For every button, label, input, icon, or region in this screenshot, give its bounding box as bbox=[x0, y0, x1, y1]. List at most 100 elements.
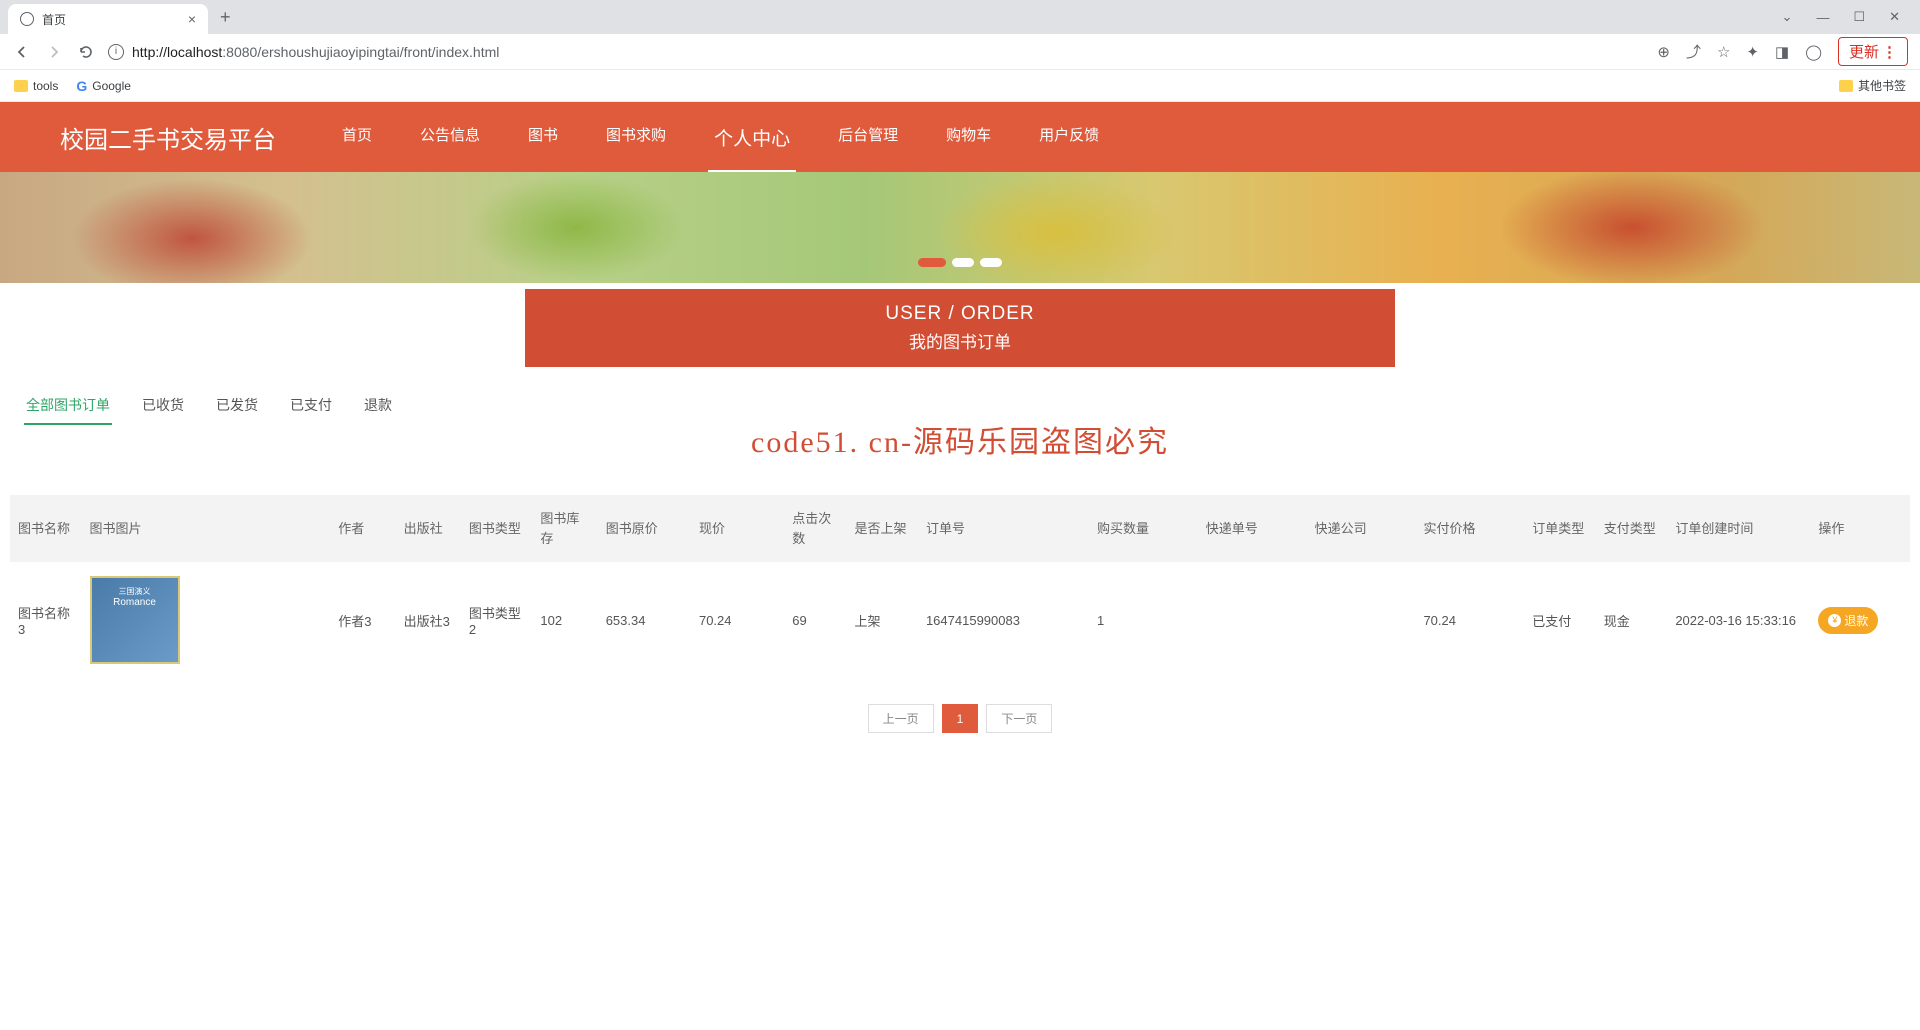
bookmarks-bar: tools GGoogle 其他书签 bbox=[0, 70, 1920, 102]
maximize-icon[interactable]: ☐ bbox=[1853, 9, 1865, 25]
globe-icon bbox=[20, 12, 34, 26]
cell-order-type: 已支付 bbox=[1524, 562, 1596, 678]
browser-tab-strip: 首页 × + ⌄ — ☐ ✕ bbox=[0, 0, 1920, 34]
minimize-icon[interactable]: — bbox=[1816, 10, 1829, 25]
cell-image: 三国演义 Romance bbox=[82, 562, 331, 678]
close-window-icon[interactable]: ✕ bbox=[1889, 9, 1900, 25]
forward-button[interactable] bbox=[44, 42, 64, 62]
nav-book-wanted[interactable]: 图书求购 bbox=[600, 102, 672, 173]
zoom-icon[interactable]: ⊕ bbox=[1657, 43, 1670, 61]
folder-icon bbox=[14, 80, 28, 92]
back-button[interactable] bbox=[12, 42, 32, 62]
orders-table: 图书名称 图书图片 作者 出版社 图书类型 图书库存 图书原价 现价 点击次数 … bbox=[10, 495, 1910, 678]
bookmark-google[interactable]: GGoogle bbox=[76, 78, 131, 94]
refund-button[interactable]: 退款 bbox=[1818, 607, 1878, 634]
next-page-button[interactable]: 下一页 bbox=[986, 704, 1052, 733]
th-express-co: 快递公司 bbox=[1307, 495, 1416, 562]
url-text: http://localhost:8080/ershoushujiaoyipin… bbox=[132, 44, 499, 60]
th-image: 图书图片 bbox=[82, 495, 331, 562]
cell-paid: 70.24 bbox=[1415, 562, 1524, 678]
site-info-icon[interactable]: i bbox=[108, 44, 124, 60]
cell-on-shelf: 上架 bbox=[846, 562, 918, 678]
banner-carousel bbox=[0, 172, 1920, 283]
close-tab-icon[interactable]: × bbox=[188, 11, 196, 27]
tab-title: 首页 bbox=[42, 11, 66, 28]
nav-feedback[interactable]: 用户反馈 bbox=[1033, 102, 1105, 173]
th-express-no: 快递单号 bbox=[1198, 495, 1307, 562]
tab-all-orders[interactable]: 全部图书订单 bbox=[24, 387, 112, 425]
reload-button[interactable] bbox=[76, 42, 96, 62]
address-bar: i http://localhost:8080/ershoushujiaoyip… bbox=[0, 34, 1920, 70]
extensions-icon[interactable]: ✦ bbox=[1746, 43, 1759, 61]
carousel-dot-2[interactable] bbox=[952, 258, 974, 267]
cell-type: 图书类型2 bbox=[461, 562, 533, 678]
google-icon: G bbox=[76, 78, 87, 94]
th-type: 图书类型 bbox=[461, 495, 533, 562]
page-title-cn: 我的图书订单 bbox=[525, 328, 1395, 353]
nav-home[interactable]: 首页 bbox=[336, 102, 378, 173]
page-title-box: USER / ORDER 我的图书订单 bbox=[525, 289, 1395, 367]
tab-refund[interactable]: 退款 bbox=[362, 387, 394, 425]
cell-order-no: 1647415990083 bbox=[918, 562, 1089, 678]
cell-express-no bbox=[1198, 562, 1307, 678]
cell-created: 2022-03-16 15:33:16 bbox=[1667, 562, 1810, 678]
cell-publisher: 出版社3 bbox=[396, 562, 461, 678]
cell-pay-type: 现金 bbox=[1596, 562, 1668, 678]
cell-clicks: 69 bbox=[784, 562, 846, 678]
url-input[interactable]: i http://localhost:8080/ershoushujiaoyip… bbox=[108, 44, 1645, 60]
nav-menu: 首页 公告信息 图书 图书求购 个人中心 后台管理 购物车 用户反馈 bbox=[336, 102, 1105, 173]
nav-cart[interactable]: 购物车 bbox=[940, 102, 997, 173]
carousel-indicators bbox=[918, 258, 1002, 267]
site-header: 校园二手书交易平台 首页 公告信息 图书 图书求购 个人中心 后台管理 购物车 … bbox=[0, 102, 1920, 172]
cell-orig-price: 653.34 bbox=[598, 562, 691, 678]
bookmark-tools[interactable]: tools bbox=[14, 79, 58, 93]
th-now-price: 现价 bbox=[691, 495, 784, 562]
th-author: 作者 bbox=[330, 495, 395, 562]
cell-stock: 102 bbox=[532, 562, 597, 678]
page-1-button[interactable]: 1 bbox=[942, 704, 979, 733]
cell-express-co bbox=[1307, 562, 1416, 678]
th-orig-price: 图书原价 bbox=[598, 495, 691, 562]
cell-action: 退款 bbox=[1810, 562, 1910, 678]
tab-received[interactable]: 已收货 bbox=[140, 387, 186, 425]
th-order-type: 订单类型 bbox=[1524, 495, 1596, 562]
nav-books[interactable]: 图书 bbox=[522, 102, 564, 173]
new-tab-button[interactable]: + bbox=[220, 7, 231, 28]
side-panel-icon[interactable]: ◨ bbox=[1775, 43, 1789, 61]
share-icon[interactable]: ⤴ bbox=[1686, 41, 1701, 62]
th-pay-type: 支付类型 bbox=[1596, 495, 1668, 562]
cell-qty: 1 bbox=[1089, 562, 1198, 678]
content-area: 全部图书订单 已收货 已发货 已支付 退款 code51. cn-源码乐园盗图必… bbox=[0, 367, 1920, 779]
bookmark-other[interactable]: 其他书签 bbox=[1839, 77, 1906, 94]
bookmark-star-icon[interactable]: ☆ bbox=[1717, 43, 1730, 61]
chevron-down-icon[interactable]: ⌄ bbox=[1782, 9, 1793, 25]
cell-now-price: 70.24 bbox=[691, 562, 784, 678]
th-name: 图书名称 bbox=[10, 495, 82, 562]
tab-paid[interactable]: 已支付 bbox=[288, 387, 334, 425]
page-title-en: USER / ORDER bbox=[525, 303, 1395, 325]
pagination: 上一页 1 下一页 bbox=[10, 704, 1910, 733]
update-button[interactable]: 更新 ⋮ bbox=[1838, 37, 1908, 66]
th-publisher: 出版社 bbox=[396, 495, 461, 562]
site-title: 校园二手书交易平台 bbox=[60, 120, 276, 155]
th-paid: 实付价格 bbox=[1415, 495, 1524, 562]
nav-announcements[interactable]: 公告信息 bbox=[414, 102, 486, 173]
th-stock: 图书库存 bbox=[532, 495, 597, 562]
cell-author: 作者3 bbox=[330, 562, 395, 678]
th-clicks: 点击次数 bbox=[784, 495, 846, 562]
book-cover-image: 三国演义 Romance bbox=[90, 576, 180, 664]
nav-user-center[interactable]: 个人中心 bbox=[708, 102, 796, 173]
folder-icon bbox=[1839, 80, 1853, 92]
prev-page-button[interactable]: 上一页 bbox=[868, 704, 934, 733]
nav-admin[interactable]: 后台管理 bbox=[832, 102, 904, 173]
profile-icon[interactable]: ◯ bbox=[1805, 43, 1822, 61]
table-row: 图书名称3 三国演义 Romance 作者3 出版社3 图书类型2 102 65… bbox=[10, 562, 1910, 678]
th-order-no: 订单号 bbox=[918, 495, 1089, 562]
th-created: 订单创建时间 bbox=[1667, 495, 1810, 562]
tab-shipped[interactable]: 已发货 bbox=[214, 387, 260, 425]
carousel-dot-1[interactable] bbox=[918, 258, 946, 267]
th-qty: 购买数量 bbox=[1089, 495, 1198, 562]
carousel-dot-3[interactable] bbox=[980, 258, 1002, 267]
table-header-row: 图书名称 图书图片 作者 出版社 图书类型 图书库存 图书原价 现价 点击次数 … bbox=[10, 495, 1910, 562]
browser-tab[interactable]: 首页 × bbox=[8, 4, 208, 34]
